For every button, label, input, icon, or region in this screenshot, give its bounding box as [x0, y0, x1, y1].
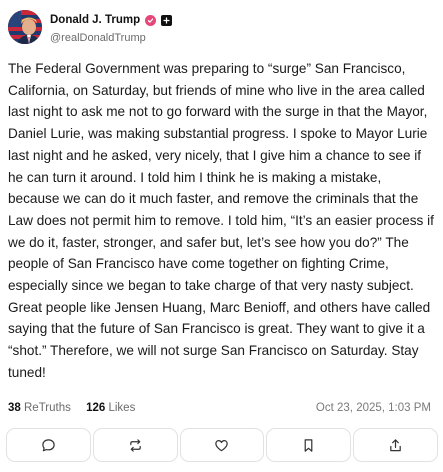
- avatar-image: [8, 10, 42, 44]
- bookmark-icon: [304, 438, 313, 452]
- speech-bubble-icon: [42, 438, 55, 451]
- retruths-count[interactable]: 38: [8, 402, 21, 414]
- post-card: Donald J. Trump @realDonaldTrump The Fed…: [0, 0, 443, 472]
- action-bar: [6, 428, 438, 464]
- post-stats: 38 ReTruths 126 Likes: [8, 402, 135, 414]
- avatar[interactable]: [8, 10, 42, 44]
- post-body-text: The Federal Government was preparing to …: [8, 61, 434, 380]
- retruth-button[interactable]: [92, 428, 178, 462]
- plus-square-icon: [161, 14, 173, 26]
- retruths-label[interactable]: ReTruths: [24, 402, 71, 414]
- likes-label[interactable]: Likes: [108, 402, 135, 414]
- post-header: Donald J. Trump @realDonaldTrump: [8, 10, 428, 50]
- bookmark-button[interactable]: [266, 428, 352, 462]
- like-button[interactable]: [179, 428, 265, 462]
- repost-arrows-icon: [129, 438, 141, 452]
- reply-button[interactable]: [6, 428, 91, 462]
- post-timestamp[interactable]: Oct 23, 2025, 1:03 PM: [316, 402, 431, 414]
- likes-count[interactable]: 126: [86, 402, 105, 414]
- heart-icon: [215, 439, 229, 451]
- verified-badge-icon: [145, 14, 157, 26]
- share-button[interactable]: [353, 428, 438, 462]
- display-name[interactable]: Donald J. Trump: [50, 14, 140, 26]
- share-upload-icon: [390, 438, 401, 451]
- username-handle[interactable]: @realDonaldTrump: [50, 32, 146, 44]
